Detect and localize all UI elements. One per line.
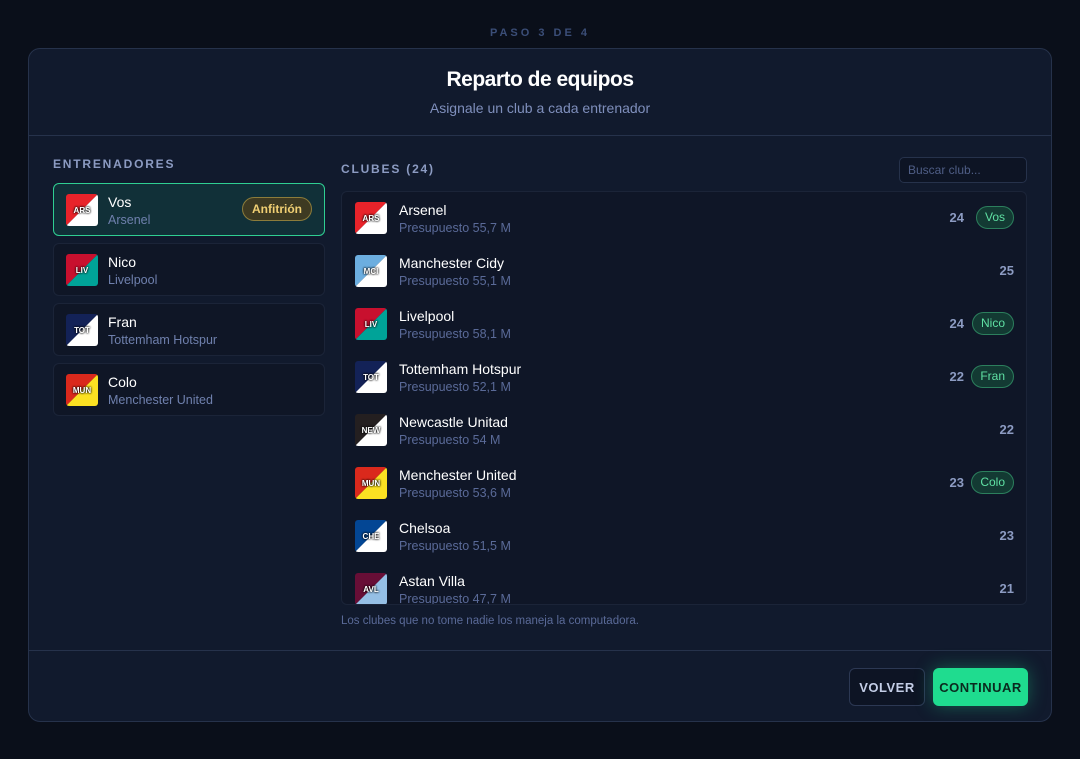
club-name: Arsenel	[399, 202, 447, 218]
club-name: Newcastle Unitad	[399, 414, 508, 430]
club-abbreviation: ARS	[362, 213, 380, 223]
coach-item[interactable]: TOT Fran Tottemham Hotspur	[53, 303, 325, 356]
club-crest-icon: TOT	[66, 314, 98, 346]
step-indicator: PASO 3 DE 4	[489, 27, 591, 39]
club-crest-icon: CHE	[355, 520, 387, 552]
club-abbreviation: CHE	[362, 531, 380, 541]
coach-item[interactable]: LIV Nico Livelpool	[53, 243, 325, 296]
club-budget: Presupuesto 52,1 M	[399, 380, 511, 394]
club-rating: 25	[999, 263, 1014, 278]
club-abbreviation: LIV	[75, 265, 89, 275]
club-name: Menchester United	[399, 467, 517, 483]
club-rating: 23	[949, 475, 964, 490]
club-crest-icon: LIV	[355, 308, 387, 340]
host-badge: Anfitrión	[242, 197, 312, 221]
club-abbreviation: MUN	[72, 385, 92, 395]
club-budget: Presupuesto 51,5 M	[399, 539, 511, 553]
club-crest-icon: ARS	[355, 202, 387, 234]
club-row[interactable]: TOT Tottemham Hotspur Presupuesto 52,1 M 22…	[342, 351, 1026, 404]
club-budget: Presupuesto 53,6 M	[399, 486, 511, 500]
club-crest-icon: NEW	[355, 414, 387, 446]
club-row[interactable]: NEW Newcastle Unitad Presupuesto 54 M 22	[342, 404, 1026, 457]
owner-badge: Nico	[971, 312, 1014, 335]
coach-name: Fran	[108, 314, 137, 330]
club-rating: 24	[949, 316, 964, 331]
clubs-footnote: Los clubes que no tome nadie los maneja …	[341, 615, 639, 627]
clubs-title: CLUBES (24)	[341, 162, 435, 176]
club-abbreviation: LIV	[364, 319, 378, 329]
club-budget: Presupuesto 55,1 M	[399, 274, 511, 288]
club-crest-icon: LIV	[66, 254, 98, 286]
club-abbreviation: ARS	[73, 205, 91, 215]
coach-club: Livelpool	[108, 273, 158, 287]
modal-title: Reparto de equipos	[446, 68, 634, 91]
club-row[interactable]: MCI Manchester Cidy Presupuesto 55,1 M 25	[342, 245, 1026, 298]
club-name: Manchester Cidy	[399, 255, 505, 271]
coach-club: Menchester United	[108, 393, 213, 407]
club-row[interactable]: LIV Livelpool Presupuesto 58,1 M 24 Nico	[342, 298, 1026, 351]
club-search-input[interactable]	[899, 157, 1027, 183]
club-abbreviation: TOT	[74, 325, 90, 335]
club-crest-icon: MUN	[66, 374, 98, 406]
club-abbreviation: MUN	[361, 478, 381, 488]
coach-item[interactable]: MUN Colo Menchester United	[53, 363, 325, 416]
club-crest-icon: ARS	[66, 194, 98, 226]
modal-header: Reparto de equipos Asignale un club a ca…	[29, 49, 1051, 136]
coach-club: Arsenel	[108, 213, 151, 227]
coach-item[interactable]: ARS Vos Arsenel Anfitrión	[53, 183, 325, 236]
coach-name: Vos	[108, 194, 132, 210]
owner-badge: Fran	[971, 365, 1014, 388]
coaches-panel: ENTRENADORES ARS Vos Arsenel Anfitrión LIV Ni…	[53, 157, 325, 423]
club-rating: 24	[949, 210, 964, 225]
club-rating: 23	[999, 528, 1014, 543]
coach-name: Nico	[108, 254, 137, 270]
club-budget: Presupuesto 54 M	[399, 433, 501, 447]
club-rating: 22	[999, 422, 1014, 437]
club-name: Astan Villa	[399, 573, 465, 589]
club-abbreviation: AVL	[363, 584, 379, 594]
club-budget: Presupuesto 47,7 M	[399, 592, 511, 605]
coach-list: ARS Vos Arsenel Anfitrión LIV Nico Livelpool TO…	[53, 183, 325, 416]
club-row[interactable]: CHE Chelsoa Presupuesto 51,5 M 23	[342, 510, 1026, 563]
club-rating: 22	[949, 369, 964, 384]
coach-name: Colo	[108, 374, 137, 390]
club-row[interactable]: ARS Arsenel Presupuesto 55,7 M 24 Vos	[342, 192, 1026, 245]
club-budget: Presupuesto 58,1 M	[399, 327, 511, 341]
club-name: Livelpool	[399, 308, 455, 324]
owner-badge: Vos	[975, 206, 1014, 229]
club-crest-icon: AVL	[355, 573, 387, 604]
back-button[interactable]: VOLVER	[849, 668, 925, 706]
coaches-title: ENTRENADORES	[53, 157, 176, 171]
modal-subtitle: Asignale un club a cada entrenador	[429, 100, 651, 116]
clubs-panel: CLUBES (24) ARS Arsenel Presupuesto 55,7 M…	[341, 157, 1027, 627]
club-abbreviation: TOT	[363, 372, 379, 382]
continue-button[interactable]: CONTINUAR	[933, 668, 1028, 706]
modal-footer: VOLVER CONTINUAR	[29, 650, 1051, 721]
club-list[interactable]: ARS Arsenel Presupuesto 55,7 M 24 Vos MCI Manc…	[341, 191, 1027, 605]
club-abbreviation: NEW	[361, 425, 381, 435]
club-abbreviation: MCI	[363, 266, 379, 276]
club-crest-icon: TOT	[355, 361, 387, 393]
club-name: Chelsoa	[399, 520, 451, 536]
coach-club: Tottemham Hotspur	[108, 333, 218, 347]
club-row[interactable]: AVL Astan Villa Presupuesto 47,7 M 21	[342, 563, 1026, 605]
club-rating: 21	[999, 581, 1014, 596]
club-budget: Presupuesto 55,7 M	[399, 221, 511, 235]
club-row[interactable]: MUN Menchester United Presupuesto 53,6 M 23…	[342, 457, 1026, 510]
club-crest-icon: MCI	[355, 255, 387, 287]
owner-badge: Colo	[971, 471, 1014, 494]
team-assignment-modal: Reparto de equipos Asignale un club a ca…	[28, 48, 1052, 722]
club-crest-icon: MUN	[355, 467, 387, 499]
club-name: Tottemham Hotspur	[399, 361, 522, 377]
